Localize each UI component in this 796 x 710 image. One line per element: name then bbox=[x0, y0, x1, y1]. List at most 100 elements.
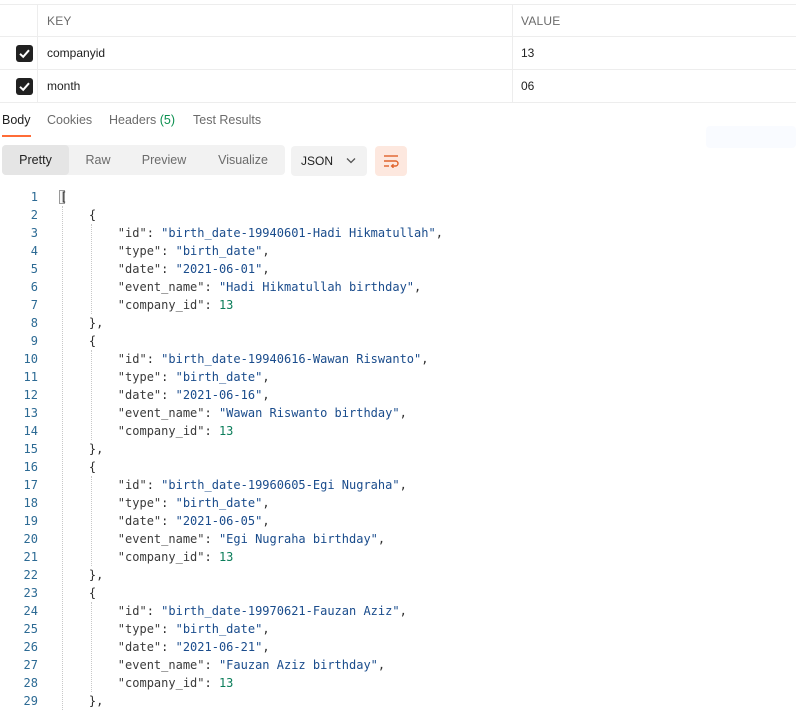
code-line: 11 "type": "birth_date", bbox=[0, 368, 796, 386]
json-punctuation: , bbox=[399, 478, 407, 492]
code-line: 4 "type": "birth_date", bbox=[0, 242, 796, 260]
json-punctuation: : bbox=[146, 604, 162, 618]
json-punctuation: : bbox=[161, 388, 176, 402]
pretty-button[interactable]: Pretty bbox=[2, 145, 69, 175]
code-line: 18 "type": "birth_date", bbox=[0, 494, 796, 512]
tab-body[interactable]: Body bbox=[2, 104, 31, 138]
json-value-date: "2021-06-21" bbox=[175, 640, 263, 654]
json-punctuation: : bbox=[146, 352, 162, 366]
json-punctuation: , bbox=[399, 604, 407, 618]
code-line: 12 "date": "2021-06-16", bbox=[0, 386, 796, 404]
json-value-event-name: "Egi Nugraha birthday" bbox=[218, 532, 378, 546]
line-number: 6 bbox=[30, 280, 38, 294]
line-number: 4 bbox=[30, 244, 38, 258]
code-line: 19 "date": "2021-06-05", bbox=[0, 512, 796, 530]
checkmark-icon bbox=[19, 82, 30, 92]
json-punctuation: : bbox=[204, 532, 219, 546]
json-value-id: "birth_date-19970621-Fauzan Aziz" bbox=[161, 604, 400, 618]
indent-guide bbox=[62, 206, 63, 710]
json-punctuation bbox=[60, 532, 118, 546]
json-punctuation: : bbox=[161, 244, 176, 258]
preview-button[interactable]: Preview bbox=[127, 145, 201, 175]
param-checkbox[interactable] bbox=[16, 45, 33, 62]
line-number: 20 bbox=[23, 532, 38, 546]
code-line: 7 "company_id": 13 bbox=[0, 296, 796, 314]
json-value-date: "2021-06-05" bbox=[175, 514, 263, 528]
param-value[interactable]: 06 bbox=[513, 70, 796, 102]
tab-test-results[interactable]: Test Results bbox=[193, 104, 261, 138]
param-value[interactable]: 13 bbox=[513, 37, 796, 69]
json-punctuation: , bbox=[377, 658, 386, 672]
code-line: 16 { bbox=[0, 458, 796, 476]
json-value-type: "birth_date" bbox=[175, 622, 263, 636]
json-punctuation: [ bbox=[60, 190, 68, 204]
tab-headers[interactable]: Headers (5) bbox=[109, 104, 175, 138]
json-value-type: "birth_date" bbox=[175, 244, 263, 258]
code-line: 21 "company_id": 13 bbox=[0, 548, 796, 566]
line-number: 14 bbox=[23, 424, 38, 438]
json-value-id: "birth_date-19940601-Hadi Hikmatullah" bbox=[161, 226, 436, 240]
json-value-company-id: 13 bbox=[218, 676, 234, 690]
json-key: "date" bbox=[117, 640, 162, 654]
response-body-viewer[interactable]: 1[2 {3 "id": "birth_date-19940601-Hadi H… bbox=[0, 186, 796, 710]
json-punctuation bbox=[60, 244, 118, 258]
code-text: }, bbox=[60, 566, 103, 584]
params-header-row: KEY VALUE bbox=[0, 4, 796, 37]
json-punctuation bbox=[60, 514, 118, 528]
code-line: 23 { bbox=[0, 584, 796, 602]
line-number: 1 bbox=[30, 190, 38, 204]
param-checkbox[interactable] bbox=[16, 78, 33, 95]
tab-cookies[interactable]: Cookies bbox=[47, 104, 92, 138]
json-punctuation bbox=[60, 298, 118, 312]
line-number: 23 bbox=[23, 586, 38, 600]
code-line: 28 "company_id": 13 bbox=[0, 674, 796, 692]
line-number: 29 bbox=[23, 694, 38, 708]
json-punctuation: , bbox=[262, 388, 270, 402]
json-punctuation: , bbox=[399, 406, 407, 420]
format-select[interactable]: JSON bbox=[291, 146, 367, 176]
json-punctuation bbox=[60, 424, 118, 438]
json-punctuation: : bbox=[146, 478, 162, 492]
indent-guide bbox=[90, 350, 92, 440]
response-tabs: Body Cookies Headers (5) Test Results bbox=[0, 104, 796, 138]
code-line: 20 "event_name": "Egi Nugraha birthday", bbox=[0, 530, 796, 548]
code-line: 1[ bbox=[0, 188, 796, 206]
visualize-button[interactable]: Visualize bbox=[201, 145, 285, 175]
line-number: 16 bbox=[23, 460, 38, 474]
json-value-id: "birth_date-19940616-Wawan Riswanto" bbox=[161, 352, 422, 366]
code-line: 17 "id": "birth_date-19960605-Egi Nugrah… bbox=[0, 476, 796, 494]
raw-button[interactable]: Raw bbox=[69, 145, 127, 175]
json-punctuation bbox=[60, 496, 118, 510]
json-punctuation bbox=[60, 352, 118, 366]
line-number: 10 bbox=[23, 352, 38, 366]
json-value-date: "2021-06-01" bbox=[175, 262, 263, 276]
json-punctuation: }, bbox=[60, 694, 104, 708]
json-punctuation bbox=[60, 226, 118, 240]
json-key: "event_name" bbox=[117, 658, 205, 672]
params-header-check-cell bbox=[0, 5, 38, 36]
wrap-lines-button[interactable] bbox=[375, 146, 407, 176]
param-key[interactable]: month bbox=[38, 70, 513, 102]
json-punctuation: , bbox=[421, 352, 429, 366]
line-number: 9 bbox=[30, 334, 38, 348]
json-key: "company_id" bbox=[117, 676, 205, 690]
json-key: "id" bbox=[117, 226, 147, 240]
json-punctuation: , bbox=[435, 226, 443, 240]
json-value-event-name: "Hadi Hikmatullah birthday" bbox=[218, 280, 415, 294]
checkmark-icon bbox=[19, 49, 30, 59]
code-line: 2 { bbox=[0, 206, 796, 224]
json-value-type: "birth_date" bbox=[175, 370, 263, 384]
json-punctuation: }, bbox=[60, 316, 104, 330]
json-punctuation bbox=[60, 388, 118, 402]
code-line: 29 }, bbox=[0, 692, 796, 710]
param-check-cell bbox=[0, 37, 38, 69]
code-text: "company_id": 13 bbox=[60, 548, 234, 566]
param-key[interactable]: companyid bbox=[38, 37, 513, 69]
code-text: "company_id": 13 bbox=[60, 674, 234, 692]
code-line: 25 "type": "birth_date", bbox=[0, 620, 796, 638]
json-punctuation: : bbox=[161, 370, 176, 384]
json-punctuation bbox=[60, 640, 118, 654]
json-punctuation: : bbox=[204, 424, 219, 438]
json-punctuation: , bbox=[262, 370, 270, 384]
line-number: 2 bbox=[30, 208, 38, 222]
